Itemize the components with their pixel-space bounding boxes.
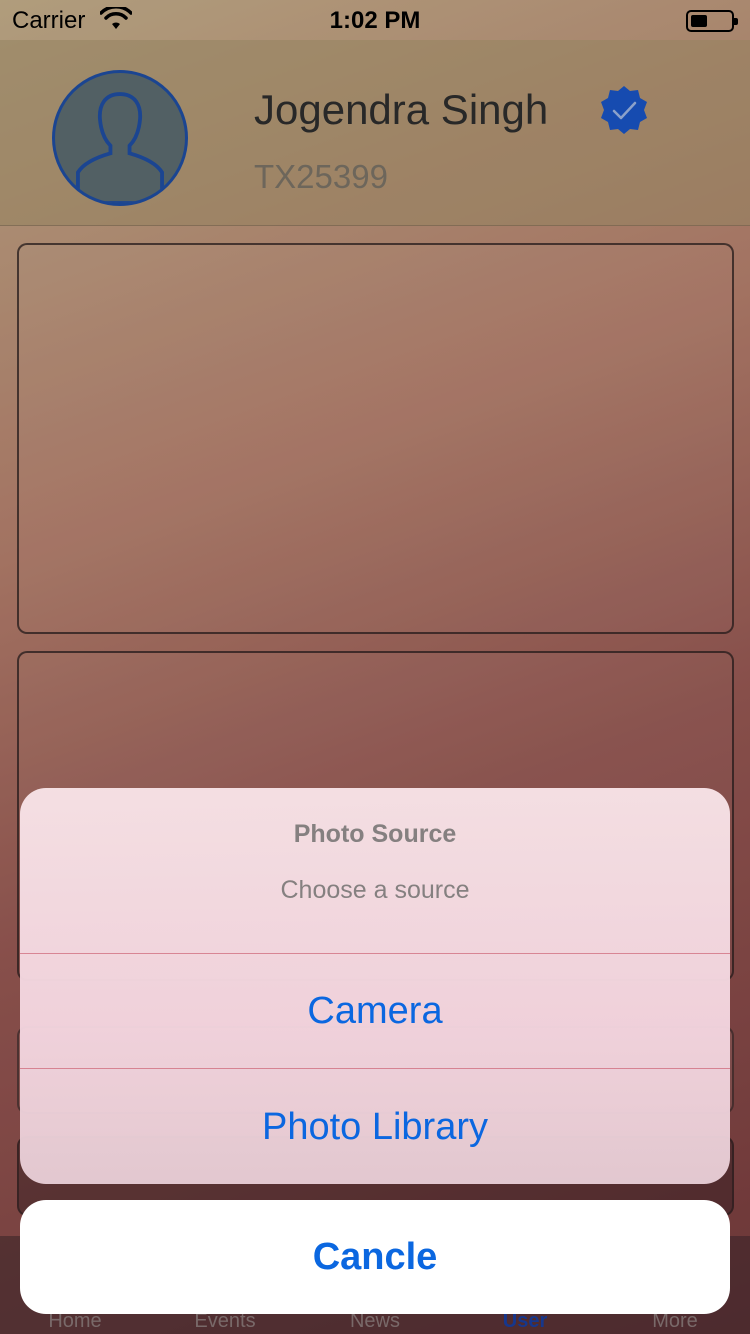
camera-button[interactable]: Camera — [20, 955, 730, 1069]
action-sheet-title: Photo Source — [293, 820, 457, 848]
cancel-button[interactable]: Cancle — [20, 1200, 730, 1314]
photo-library-button[interactable]: Photo Library — [20, 1070, 730, 1184]
action-sheet-message: Choose a source — [280, 876, 470, 904]
action-sheet-header: Photo Source Choose a source — [20, 788, 730, 954]
photo-source-action-sheet: Photo Source Choose a source Camera Phot… — [20, 788, 730, 1184]
